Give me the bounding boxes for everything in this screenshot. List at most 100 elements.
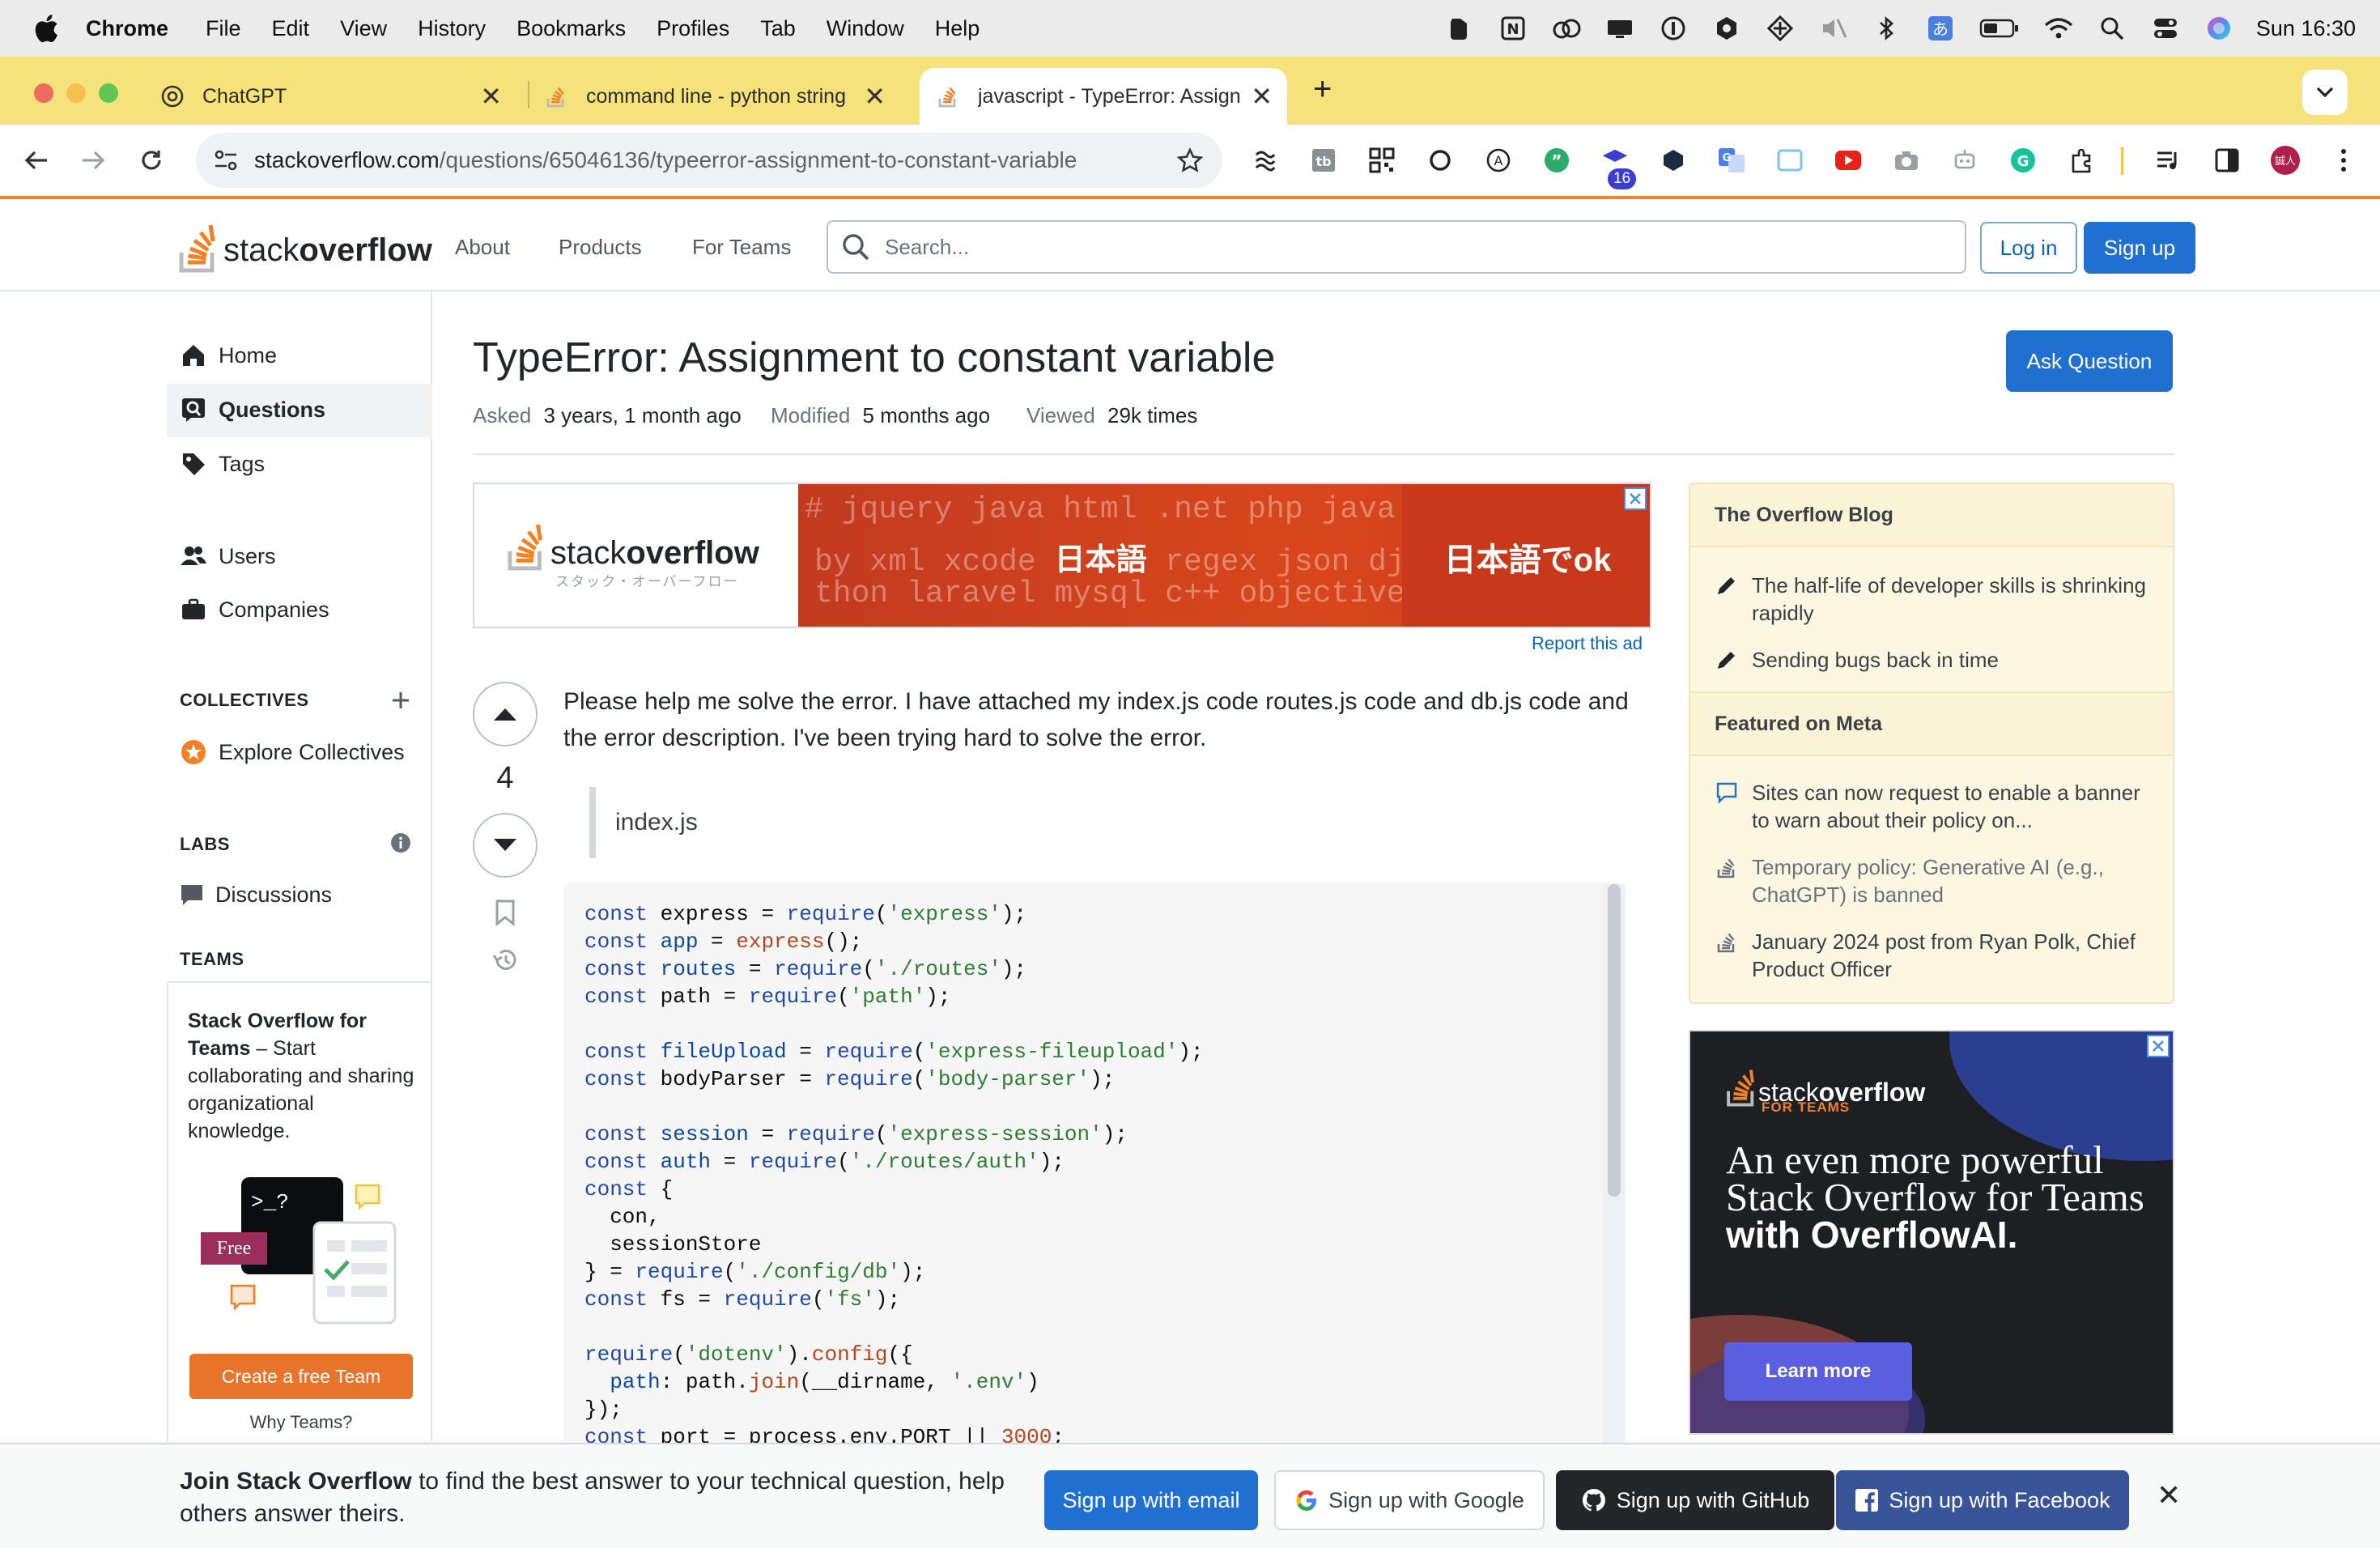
menu-history[interactable]: History bbox=[418, 16, 486, 41]
signup-github-button[interactable]: Sign up with GitHub bbox=[1556, 1470, 1834, 1530]
signup-facebook-button[interactable]: Sign up with Facebook bbox=[1836, 1470, 2129, 1530]
ask-question-button[interactable]: Ask Question bbox=[2006, 330, 2173, 392]
extension-window-icon[interactable] bbox=[1774, 145, 1805, 176]
window-close-button[interactable] bbox=[34, 83, 53, 103]
bookmark-star-icon[interactable] bbox=[1177, 147, 1203, 173]
upvote-button[interactable] bbox=[473, 682, 538, 746]
scrollbar-thumb[interactable] bbox=[1608, 884, 1621, 1197]
tab-search-button[interactable] bbox=[2302, 70, 2348, 115]
sidebar-item-companies[interactable]: Companies bbox=[180, 596, 329, 623]
battery-icon[interactable] bbox=[1978, 12, 2021, 45]
display-icon[interactable] bbox=[1604, 12, 1636, 45]
sidebar-item-discussions[interactable]: Discussions bbox=[180, 881, 332, 908]
menu-app-name[interactable]: Chrome bbox=[86, 16, 168, 41]
input-method-icon[interactable]: あ bbox=[1924, 12, 1957, 45]
reload-icon[interactable] bbox=[136, 145, 167, 176]
profile-avatar[interactable]: 誠人 bbox=[2270, 145, 2301, 176]
tab-close-icon[interactable]: ✕ bbox=[480, 81, 502, 112]
stackoverflow-logo[interactable]: stack overflow bbox=[178, 217, 432, 274]
apple-icon[interactable] bbox=[31, 12, 60, 45]
extension-cube-icon[interactable] bbox=[1658, 145, 1689, 176]
extension-squiggle-icon[interactable] bbox=[1250, 145, 1281, 176]
tab-javascript-typeerror[interactable]: javascript - TypeError: Assign ✕ bbox=[920, 68, 1287, 125]
signup-close-icon[interactable]: ✕ bbox=[2157, 1478, 2181, 1512]
menu-help[interactable]: Help bbox=[935, 16, 980, 41]
add-collective-icon[interactable] bbox=[390, 690, 411, 711]
window-minimize-button[interactable] bbox=[66, 83, 86, 103]
nav-about[interactable]: About bbox=[455, 235, 510, 260]
tab-close-icon[interactable]: ✕ bbox=[864, 81, 886, 112]
chrome-menu-icon[interactable] bbox=[2328, 145, 2359, 176]
sidebar-item-home[interactable]: Home bbox=[180, 342, 277, 369]
menu-bookmarks[interactable]: Bookmarks bbox=[516, 16, 626, 41]
mute-icon[interactable] bbox=[1817, 12, 1850, 45]
ad-banner[interactable]: stack overflow スタック・オーバーフロー # jquery java… bbox=[473, 483, 1651, 628]
search-input[interactable]: Search... bbox=[827, 220, 1966, 274]
info-icon[interactable] bbox=[390, 832, 411, 853]
forward-arrow-icon[interactable] bbox=[78, 145, 108, 176]
notion-icon[interactable]: N bbox=[1497, 12, 1529, 45]
meta-item[interactable]: January 2024 post from Ryan Polk, Chief … bbox=[1715, 928, 2152, 983]
side-panel-icon[interactable] bbox=[2212, 145, 2242, 176]
menubar-clock[interactable]: Sun 16:30 bbox=[2256, 16, 2356, 41]
sidebar-item-users[interactable]: Users bbox=[180, 542, 276, 570]
menu-window[interactable]: Window bbox=[827, 16, 904, 41]
siri-icon[interactable] bbox=[2203, 12, 2235, 45]
spotlight-icon[interactable] bbox=[2096, 12, 2128, 45]
extension-quote-icon[interactable]: ” bbox=[1541, 145, 1572, 176]
nav-products[interactable]: Products bbox=[559, 235, 642, 260]
tab-chatgpt[interactable]: ChatGPT ✕ bbox=[160, 68, 516, 125]
blog-item[interactable]: The half-life of developer skills is shr… bbox=[1715, 572, 2152, 627]
grammarly-icon[interactable]: G bbox=[2008, 145, 2038, 176]
learn-more-button[interactable]: Learn more bbox=[1724, 1342, 1912, 1401]
address-bar[interactable]: stackoverflow.com/questions/65046136/typ… bbox=[196, 133, 1222, 188]
bookmark-icon[interactable] bbox=[494, 899, 516, 926]
menu-view[interactable]: View bbox=[340, 16, 387, 41]
evernote-icon[interactable] bbox=[1443, 12, 1476, 45]
meta-item[interactable]: Sites can now request to enable a banner… bbox=[1715, 779, 2152, 834]
signup-email-button[interactable]: Sign up with email bbox=[1044, 1470, 1258, 1530]
menu-edit[interactable]: Edit bbox=[272, 16, 310, 41]
new-tab-button[interactable]: + bbox=[1313, 71, 1332, 108]
perplexity-icon[interactable] bbox=[1764, 12, 1796, 45]
login-button[interactable]: Log in bbox=[1980, 222, 2077, 274]
wifi-icon[interactable] bbox=[2042, 12, 2075, 45]
extension-a-icon[interactable]: A bbox=[1483, 145, 1514, 176]
menu-profiles[interactable]: Profiles bbox=[657, 16, 729, 41]
question-title[interactable]: TypeError: Assignment to constant variab… bbox=[473, 334, 1275, 382]
meta-item[interactable]: Temporary policy: Generative AI (e.g., C… bbox=[1715, 853, 2152, 908]
create-team-button[interactable]: Create a free Team bbox=[189, 1354, 413, 1399]
report-ad-link[interactable]: Report this ad bbox=[1532, 633, 1643, 654]
qr-code-icon[interactable] bbox=[1366, 145, 1397, 176]
tab-command-line[interactable]: command line - python string ✕ bbox=[544, 68, 900, 125]
window-zoom-button[interactable] bbox=[99, 83, 118, 103]
translate-icon[interactable]: G bbox=[1716, 145, 1747, 176]
extension-ring-icon[interactable] bbox=[1425, 145, 1456, 176]
sidebar-item-explore-collectives[interactable]: Explore Collectives bbox=[180, 738, 405, 766]
menu-tab[interactable]: Tab bbox=[760, 16, 796, 41]
camera-icon[interactable] bbox=[1891, 145, 1922, 176]
tab-close-icon[interactable]: ✕ bbox=[1251, 81, 1273, 112]
back-arrow-icon[interactable] bbox=[21, 145, 52, 176]
onepassword-icon[interactable] bbox=[1657, 12, 1689, 45]
signup-google-button[interactable]: Sign up with Google bbox=[1274, 1470, 1545, 1530]
control-center-icon[interactable] bbox=[2149, 12, 2182, 45]
teams-ad[interactable]: stack overflow FOR TEAMS An even more pow… bbox=[1689, 1030, 2174, 1435]
creative-cloud-icon[interactable] bbox=[1550, 12, 1583, 45]
sidebar-item-tags[interactable]: Tags bbox=[180, 450, 265, 478]
why-teams-link[interactable]: Why Teams? bbox=[168, 1412, 434, 1433]
nav-for-teams[interactable]: For Teams bbox=[692, 235, 791, 260]
bluetooth-icon[interactable] bbox=[1871, 12, 1903, 45]
signup-button[interactable]: Sign up bbox=[2084, 222, 2195, 274]
youtube-icon[interactable] bbox=[1833, 145, 1864, 176]
extensions-puzzle-icon[interactable] bbox=[2066, 145, 2097, 176]
downvote-button[interactable] bbox=[473, 813, 538, 878]
ad-close-icon[interactable] bbox=[1624, 487, 1647, 510]
hexagon-app-icon[interactable] bbox=[1711, 12, 1743, 45]
blog-item[interactable]: Sending bugs back in time bbox=[1715, 646, 2152, 674]
extension-tb-icon[interactable]: tb bbox=[1308, 145, 1339, 176]
site-settings-icon[interactable] bbox=[212, 147, 240, 173]
history-icon[interactable] bbox=[491, 946, 520, 975]
robot-icon[interactable] bbox=[1949, 145, 1980, 176]
menu-file[interactable]: File bbox=[206, 16, 241, 41]
